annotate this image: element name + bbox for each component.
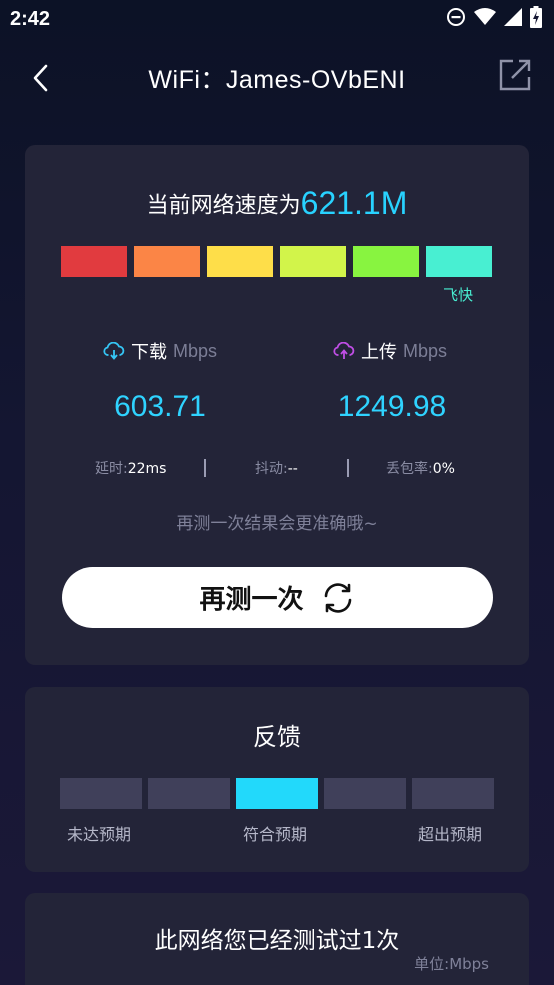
- cloud-upload-icon: [333, 342, 355, 359]
- speed-scale-segment: [280, 246, 346, 277]
- feedback-above-expected[interactable]: 超出预期: [418, 821, 482, 845]
- download-unit: Mbps: [173, 340, 218, 361]
- speed-result-card: 当前网络速度为621.1M 飞快 下载 Mbps 上传 Mbps 603.71 …: [25, 145, 529, 665]
- latency-label: 延时:: [95, 461, 128, 477]
- test-history-card: 此网络您已经测试过1次 单位:Mbps: [25, 893, 529, 985]
- speed-scale-segment: [134, 246, 200, 277]
- speed-scale-segment: [61, 246, 127, 277]
- network-stats: 延时:22ms 抖动:-- 丢包率:0%: [25, 458, 529, 480]
- upload-header: 上传 Mbps: [333, 338, 447, 364]
- feedback-title: 反馈: [253, 723, 301, 751]
- jitter-label: 抖动:: [255, 461, 288, 477]
- current-speed: 当前网络速度为621.1M: [25, 185, 529, 222]
- refresh-icon: [324, 582, 351, 613]
- speed-scale-segment: [426, 246, 492, 277]
- feedback-segment[interactable]: [324, 778, 406, 809]
- loss-value: 0%: [432, 461, 455, 477]
- upload-label: 上传: [361, 342, 397, 363]
- stat-divider: [204, 459, 206, 477]
- cloud-download-icon: [103, 342, 125, 360]
- feedback-segment[interactable]: [60, 778, 142, 809]
- feedback-as-expected[interactable]: 符合预期: [243, 821, 307, 845]
- test-count-title: 此网络您已经测试过1次: [154, 928, 400, 954]
- speed-value: 621.1M: [300, 185, 408, 221]
- share-icon: [499, 59, 531, 91]
- app-bar: WiFi：James-OVbENI: [0, 48, 554, 108]
- retest-button[interactable]: 再测一次: [62, 567, 493, 628]
- upload-unit: Mbps: [403, 340, 448, 361]
- feedback-segment[interactable]: [412, 778, 494, 809]
- feedback-segment[interactable]: [236, 778, 318, 809]
- stat-divider: [347, 459, 349, 477]
- chevron-left-icon: [33, 64, 48, 92]
- signal-icon: [504, 8, 522, 30]
- feedback-below-expected[interactable]: 未达预期: [67, 821, 131, 845]
- status-time: 2:42: [10, 7, 51, 30]
- unit-label: 单位:Mbps: [414, 955, 489, 973]
- download-label: 下载: [131, 342, 167, 363]
- feedback-rating-bar: [60, 778, 494, 809]
- speed-scale-segment: [207, 246, 273, 277]
- status-bar: 2:42: [0, 0, 554, 38]
- download-header: 下载 Mbps: [103, 338, 217, 364]
- speed-scale-segment: [353, 246, 419, 277]
- speed-prefix: 当前网络速度为: [146, 193, 301, 219]
- dnd-icon: [446, 7, 466, 31]
- download-value: 603.71: [114, 390, 206, 423]
- latency-stat: 延时:22ms: [95, 458, 166, 478]
- upload-value: 1249.98: [337, 390, 447, 423]
- feedback-segment[interactable]: [148, 778, 230, 809]
- retest-hint: 再测一次结果会更准确哦~: [176, 514, 378, 534]
- speed-level-label: 飞快: [443, 286, 474, 304]
- retest-label: 再测一次: [199, 585, 304, 615]
- share-button[interactable]: [498, 58, 532, 92]
- loss-label: 丢包率:: [386, 461, 433, 477]
- speed-scale: [61, 246, 492, 277]
- status-icons: [446, 6, 542, 32]
- wifi-icon: [474, 8, 496, 30]
- back-button[interactable]: [26, 62, 54, 94]
- battery-icon: [530, 6, 542, 32]
- jitter-value: --: [287, 461, 298, 477]
- latency-value: 22ms: [127, 461, 167, 477]
- page-title: WiFi：James-OVbENI: [148, 66, 406, 94]
- jitter-stat: 抖动:--: [255, 458, 298, 478]
- feedback-card: 反馈 未达预期 符合预期 超出预期: [25, 687, 529, 872]
- loss-stat: 丢包率:0%: [386, 458, 455, 478]
